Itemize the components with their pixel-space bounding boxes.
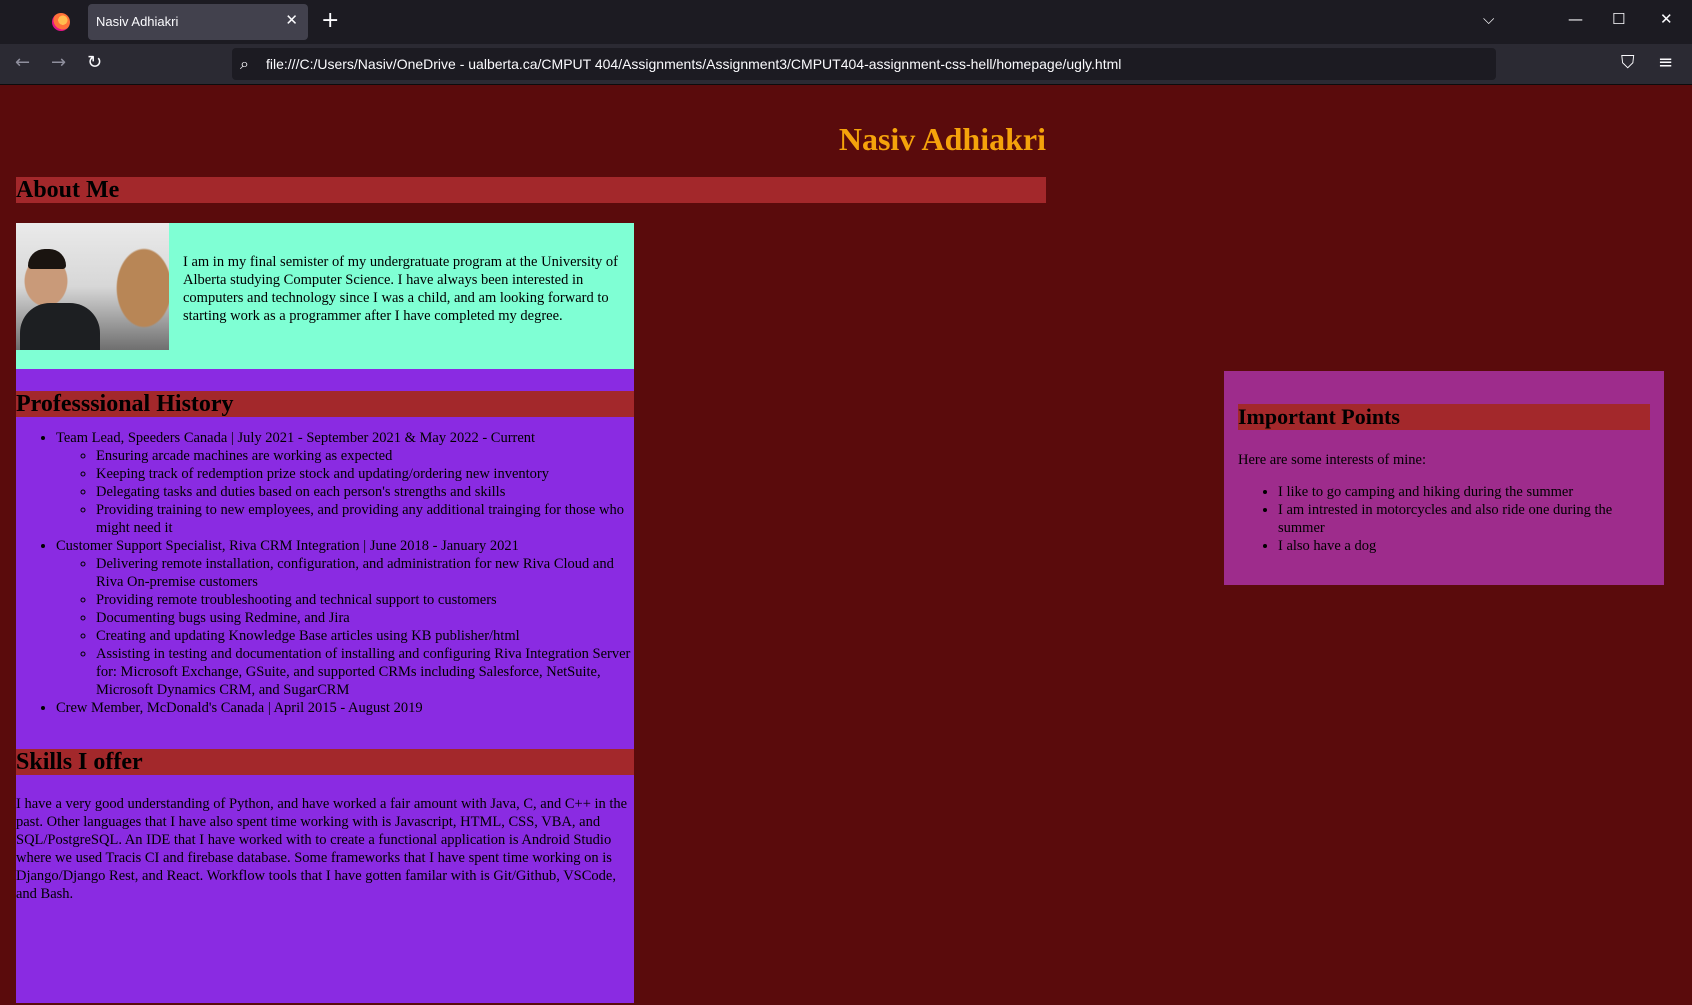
- history-job: Crew Member, McDonald's Canada | April 2…: [56, 699, 634, 717]
- back-button[interactable]: ←: [15, 53, 30, 73]
- skills-text: I have a very good understanding of Pyth…: [16, 796, 628, 902]
- person-shape: [20, 303, 100, 350]
- hair-shape: [28, 249, 66, 269]
- close-window-button[interactable]: ✕: [1660, 10, 1673, 28]
- interest-item: I like to go camping and hiking during t…: [1278, 483, 1650, 501]
- profile-photo: [16, 223, 169, 350]
- job-duty: Documenting bugs using Redmine, and Jira: [96, 609, 634, 627]
- job-duty: Keeping track of redemption prize stock …: [96, 465, 634, 483]
- about-section: I am in my final semister of my undergra…: [16, 223, 634, 369]
- reload-button[interactable]: ↻: [87, 53, 102, 73]
- chevron-down-icon[interactable]: ⌵: [1483, 10, 1494, 28]
- interests-list: I like to go camping and hiking during t…: [1238, 483, 1650, 555]
- job-title: Customer Support Specialist, Riva CRM In…: [56, 538, 519, 554]
- job-duty: Providing remote troubleshooting and tec…: [96, 591, 634, 609]
- tab-close-icon[interactable]: ✕: [285, 11, 298, 29]
- page-content: Nasiv Adhiakri About Me I am in my final…: [0, 85, 1692, 1005]
- important-intro: Here are some interests of mine:: [1238, 452, 1427, 468]
- history-job: Customer Support Specialist, Riva CRM In…: [56, 537, 634, 699]
- interest-item: I also have a dog: [1278, 537, 1650, 555]
- search-icon: ⌕: [240, 54, 249, 73]
- job-duty: Providing training to new employees, and…: [96, 501, 634, 537]
- minimize-button[interactable]: —: [1568, 10, 1583, 28]
- browser-tab-bar: Nasiv Adhiakri ✕ + ⌵ — ☐ ✕: [0, 0, 1692, 44]
- about-text: I am in my final semister of my undergra…: [183, 254, 619, 324]
- tab-title: Nasiv Adhiakri: [96, 14, 179, 29]
- important-heading: Important Points: [1238, 404, 1650, 430]
- browser-tab[interactable]: Nasiv Adhiakri ✕: [88, 4, 308, 40]
- history-job: Team Lead, Speeders Canada | July 2021 -…: [56, 429, 634, 537]
- job-duty: Delivering remote installation, configur…: [96, 555, 634, 591]
- job-title: Team Lead, Speeders Canada | July 2021 -…: [56, 430, 536, 446]
- firefox-logo-icon: [52, 13, 70, 31]
- page-title: Nasiv Adhiakri: [838, 121, 1046, 157]
- job-duty: Ensuring arcade machines are working as …: [96, 447, 634, 465]
- history-heading: Professsional History: [16, 391, 634, 417]
- forward-button[interactable]: →: [51, 53, 66, 73]
- skills-heading: Skills I offer: [16, 749, 634, 775]
- job-duty: Creating and updating Knowledge Base art…: [96, 627, 634, 645]
- url-bar[interactable]: ⌕ file:///C:/Users/Nasiv/OneDrive - ualb…: [232, 48, 1496, 80]
- job-duty: Assisting in testing and documentation o…: [96, 645, 634, 699]
- interest-item: I am intrested in motorcycles and also r…: [1278, 501, 1650, 537]
- new-tab-button[interactable]: +: [321, 8, 339, 34]
- browser-nav-bar: ← → ↻ ⌕ file:///C:/Users/Nasiv/OneDrive …: [0, 44, 1692, 85]
- maximize-button[interactable]: ☐: [1612, 10, 1625, 28]
- menu-icon[interactable]: ≡: [1658, 53, 1673, 73]
- url-text[interactable]: file:///C:/Users/Nasiv/OneDrive - ualber…: [266, 56, 1121, 72]
- job-duty: Delegating tasks and duties based on eac…: [96, 483, 634, 501]
- about-heading: About Me: [16, 177, 1046, 203]
- pocket-icon[interactable]: ⛉: [1621, 53, 1635, 73]
- history-list: Team Lead, Speeders Canada | July 2021 -…: [16, 429, 634, 717]
- important-points-aside: Important Points Here are some interests…: [1224, 371, 1664, 585]
- job-title: Crew Member, McDonald's Canada | April 2…: [56, 700, 423, 716]
